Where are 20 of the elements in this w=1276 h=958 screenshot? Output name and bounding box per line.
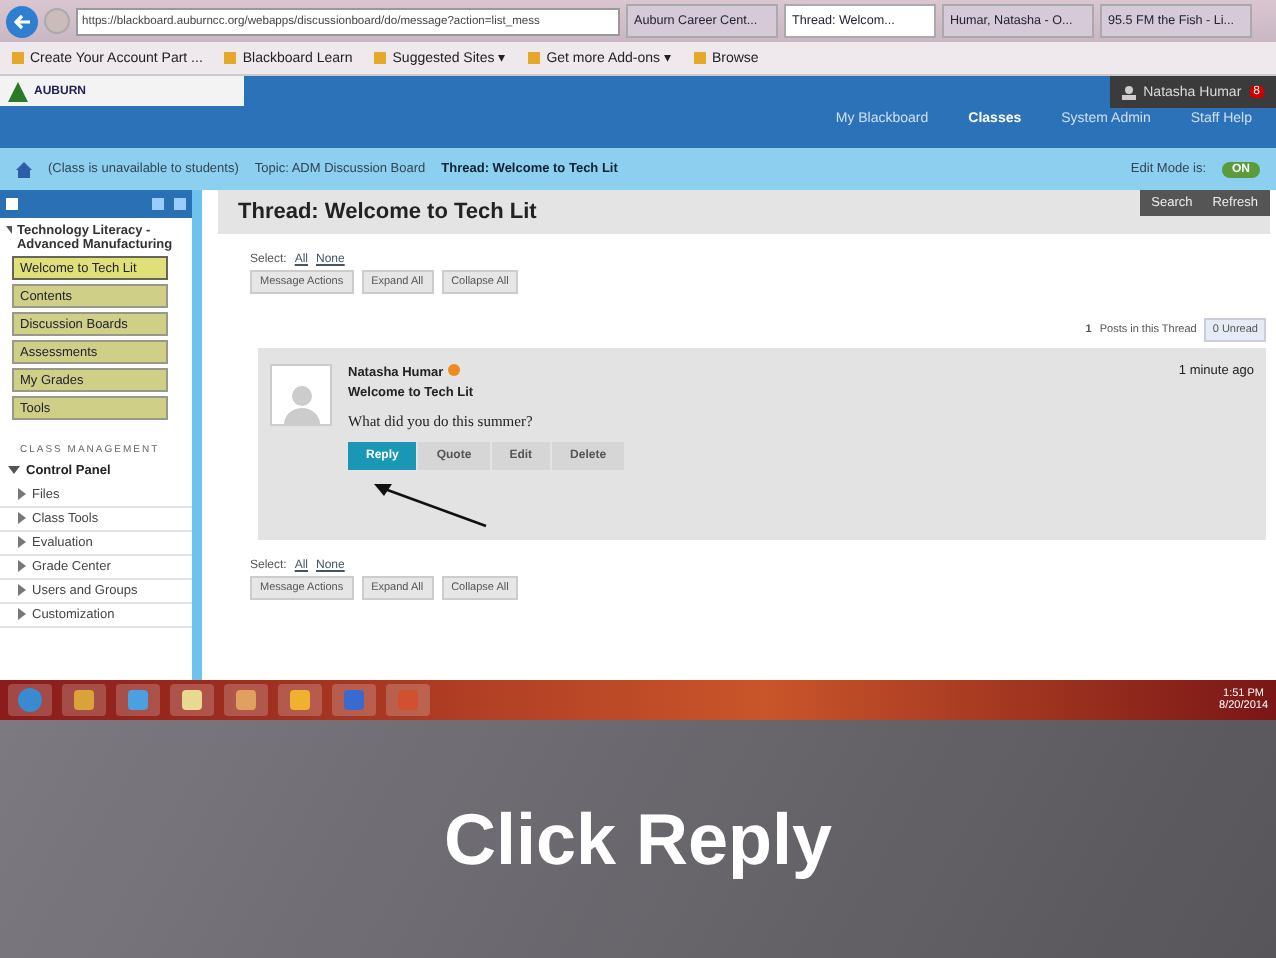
home-icon[interactable]: [16, 161, 32, 177]
favorite-icon: [222, 50, 239, 66]
caret-icon: [6, 224, 13, 236]
taskbar-app-icon[interactable]: [62, 684, 106, 716]
forward-button[interactable]: [44, 8, 70, 34]
taskbar-app-icon[interactable]: [224, 684, 268, 716]
start-button[interactable]: [8, 684, 52, 716]
thread-title: Thread: Welcome to Tech Lit: [238, 200, 537, 224]
slide-caption: Click Reply: [443, 797, 833, 881]
back-button[interactable]: [6, 5, 38, 37]
favorite-icon: [372, 50, 389, 66]
taskbar-app-icon[interactable]: [170, 684, 214, 716]
favorite-icon: [526, 50, 543, 66]
user-icon: [1121, 85, 1136, 99]
back-arrow-icon: [13, 13, 31, 29]
pointer-arrow: [374, 484, 487, 528]
taskbar-app-icon[interactable]: [278, 684, 322, 716]
favorite-icon: [691, 50, 708, 66]
taskbar-app-icon[interactable]: [116, 684, 160, 716]
favorite-icon: [10, 50, 26, 66]
